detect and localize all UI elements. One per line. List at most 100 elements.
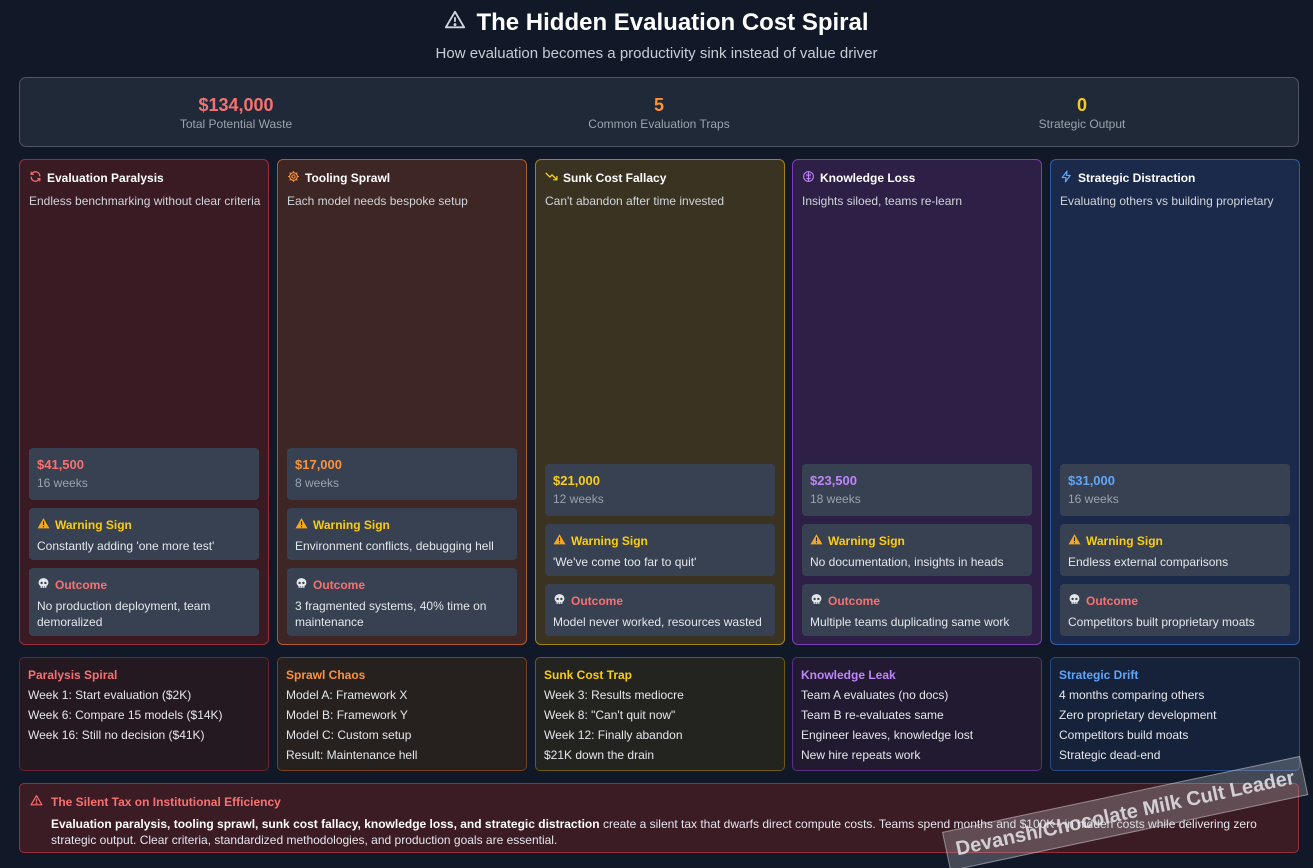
scenario-line: 4 months comparing others bbox=[1059, 688, 1205, 702]
scenario-line: Model A: Framework X bbox=[286, 688, 408, 702]
page-title: The Hidden Evaluation Cost Spiral bbox=[444, 8, 869, 38]
outcome-box: Outcome Competitors built proprietary mo… bbox=[1060, 584, 1290, 636]
scenario-title: Sprawl Chaos bbox=[286, 668, 366, 682]
scenario-line: Model C: Custom setup bbox=[286, 728, 412, 742]
duration: 8 weeks bbox=[295, 476, 340, 490]
stat-label: Common Evaluation Traps bbox=[588, 117, 730, 131]
warning-label: Warning Sign bbox=[55, 518, 132, 532]
card-details: $31,000 16 weeks Warning Sign Endless ex… bbox=[1060, 456, 1290, 636]
warning-text: Endless external comparisons bbox=[1068, 555, 1229, 569]
scenario-panel: Paralysis Spiral Week 1: Start evaluation… bbox=[19, 657, 269, 771]
outcome-label: Outcome bbox=[828, 594, 881, 608]
trap-card: Evaluation Paralysis Endless benchmarkin… bbox=[19, 159, 269, 645]
lightning-icon bbox=[1060, 170, 1073, 186]
card-title: Strategic Distraction bbox=[1060, 170, 1195, 186]
card-details: $17,000 8 weeks Warning Sign Environment… bbox=[287, 440, 517, 636]
card-details: $21,000 12 weeks Warning Sign 'We've com… bbox=[545, 456, 775, 636]
cost-box: $31,000 16 weeks bbox=[1060, 464, 1290, 516]
warning-icon bbox=[1068, 533, 1081, 550]
card-title: Evaluation Paralysis bbox=[29, 170, 164, 186]
card-description: Insights siloed, teams re-learn bbox=[802, 194, 963, 208]
outcome-label: Outcome bbox=[313, 578, 366, 592]
card-title: Tooling Sprawl bbox=[287, 170, 390, 186]
warning-icon bbox=[553, 533, 566, 550]
card-description: Endless benchmarking without clear crite… bbox=[29, 194, 261, 208]
stat-value: 0 bbox=[1076, 95, 1087, 115]
skull-icon bbox=[295, 577, 308, 594]
page-subtitle: How evaluation becomes a productivity si… bbox=[435, 45, 878, 62]
card-details: $23,500 18 weeks Warning Sign No documen… bbox=[802, 456, 1032, 636]
skull-icon bbox=[37, 577, 50, 594]
stat-strategic-output: 0 Strategic Output bbox=[932, 94, 1232, 131]
stat-value: $134,000 bbox=[198, 95, 274, 115]
outcome-box: Outcome Model never worked, resources wa… bbox=[545, 584, 775, 636]
page-header: The Hidden Evaluation Cost Spiral How ev… bbox=[0, 8, 1313, 62]
outcome-text: 3 fragmented systems, 40% time on mainte… bbox=[295, 599, 487, 629]
warning-heading: Warning Sign bbox=[553, 533, 767, 550]
note-title-text: The Silent Tax on Institutional Efficien… bbox=[51, 795, 281, 809]
cost-box: $23,500 18 weeks bbox=[802, 464, 1032, 516]
card-title-text: Knowledge Loss bbox=[820, 171, 916, 185]
outcome-heading: Outcome bbox=[553, 593, 767, 610]
scenario-line: Team B re-evaluates same bbox=[801, 708, 944, 722]
note-bold-text: Evaluation paralysis, tooling sprawl, su… bbox=[51, 817, 600, 831]
outcome-heading: Outcome bbox=[295, 577, 509, 594]
outcome-heading: Outcome bbox=[37, 577, 251, 594]
cost-value: $17,000 bbox=[295, 457, 342, 472]
scenario-title: Strategic Drift bbox=[1059, 668, 1139, 682]
cost-value: $21,000 bbox=[553, 473, 600, 488]
scenario-line: Team A evaluates (no docs) bbox=[801, 688, 949, 702]
scenario-panel: Sprawl Chaos Model A: Framework X Model B:… bbox=[277, 657, 527, 771]
outcome-box: Outcome Multiple teams duplicating same … bbox=[802, 584, 1032, 636]
outcome-label: Outcome bbox=[571, 594, 624, 608]
warning-label: Warning Sign bbox=[828, 534, 905, 548]
stats-panel: $134,000 Total Potential Waste 5 Common … bbox=[19, 77, 1299, 147]
scenario-line: Week 3: Results mediocre bbox=[544, 688, 684, 702]
cost-value: $31,000 bbox=[1068, 473, 1115, 488]
warning-text: 'We've come too far to quit' bbox=[553, 555, 697, 569]
warning-text: No documentation, insights in heads bbox=[810, 555, 1004, 569]
outcome-text: Competitors built proprietary moats bbox=[1068, 615, 1255, 629]
scenario-panel: Knowledge Leak Team A evaluates (no docs)… bbox=[792, 657, 1042, 771]
cost-value: $23,500 bbox=[810, 473, 857, 488]
trap-card: Sunk Cost Fallacy Can't abandon after ti… bbox=[535, 159, 785, 645]
warning-label: Warning Sign bbox=[1086, 534, 1163, 548]
warning-heading: Warning Sign bbox=[810, 533, 1024, 550]
card-title: Sunk Cost Fallacy bbox=[545, 170, 666, 186]
warning-heading: Warning Sign bbox=[37, 517, 251, 534]
cost-box: $17,000 8 weeks bbox=[287, 448, 517, 500]
scenario-line: Week 12: Finally abandon bbox=[544, 728, 683, 742]
scenario-line: Week 8: "Can't quit now" bbox=[544, 708, 676, 722]
outcome-heading: Outcome bbox=[1068, 593, 1282, 610]
refresh-icon bbox=[29, 170, 42, 186]
brain-icon bbox=[802, 170, 815, 186]
trap-card: Knowledge Loss Insights siloed, teams re… bbox=[792, 159, 1042, 645]
scenario-line: Strategic dead-end bbox=[1059, 748, 1161, 762]
card-title-text: Strategic Distraction bbox=[1078, 171, 1196, 185]
outcome-label: Outcome bbox=[55, 578, 108, 592]
scenario-line: Engineer leaves, knowledge lost bbox=[801, 728, 974, 742]
scenario-line: $21K down the drain bbox=[544, 748, 655, 762]
duration: 12 weeks bbox=[553, 492, 604, 506]
outcome-heading: Outcome bbox=[810, 593, 1024, 610]
warning-box: Warning Sign No documentation, insights … bbox=[802, 524, 1032, 576]
gear-icon bbox=[287, 170, 300, 186]
cost-box: $41,500 16 weeks bbox=[29, 448, 259, 500]
card-title: Knowledge Loss bbox=[802, 170, 915, 186]
scenario-line: Week 6: Compare 15 models ($14K) bbox=[28, 708, 223, 722]
scenario-line: Week 1: Start evaluation ($2K) bbox=[28, 688, 192, 702]
skull-icon bbox=[553, 593, 566, 610]
scenario-panel: Strategic Drift 4 months comparing others… bbox=[1050, 657, 1300, 771]
card-title-text: Tooling Sprawl bbox=[305, 171, 391, 185]
warning-box: Warning Sign Constantly adding 'one more… bbox=[29, 508, 259, 560]
warning-label: Warning Sign bbox=[313, 518, 390, 532]
warning-icon bbox=[810, 533, 823, 550]
trending-down-icon bbox=[545, 170, 558, 186]
duration: 16 weeks bbox=[37, 476, 88, 490]
duration: 16 weeks bbox=[1068, 492, 1119, 506]
scenario-title: Paralysis Spiral bbox=[28, 668, 118, 682]
scenario-title: Sunk Cost Trap bbox=[544, 668, 633, 682]
stat-total-waste: $134,000 Total Potential Waste bbox=[86, 94, 386, 131]
page-title-text: The Hidden Evaluation Cost Spiral bbox=[476, 9, 869, 36]
outcome-box: Outcome 3 fragmented systems, 40% time o… bbox=[287, 568, 517, 636]
